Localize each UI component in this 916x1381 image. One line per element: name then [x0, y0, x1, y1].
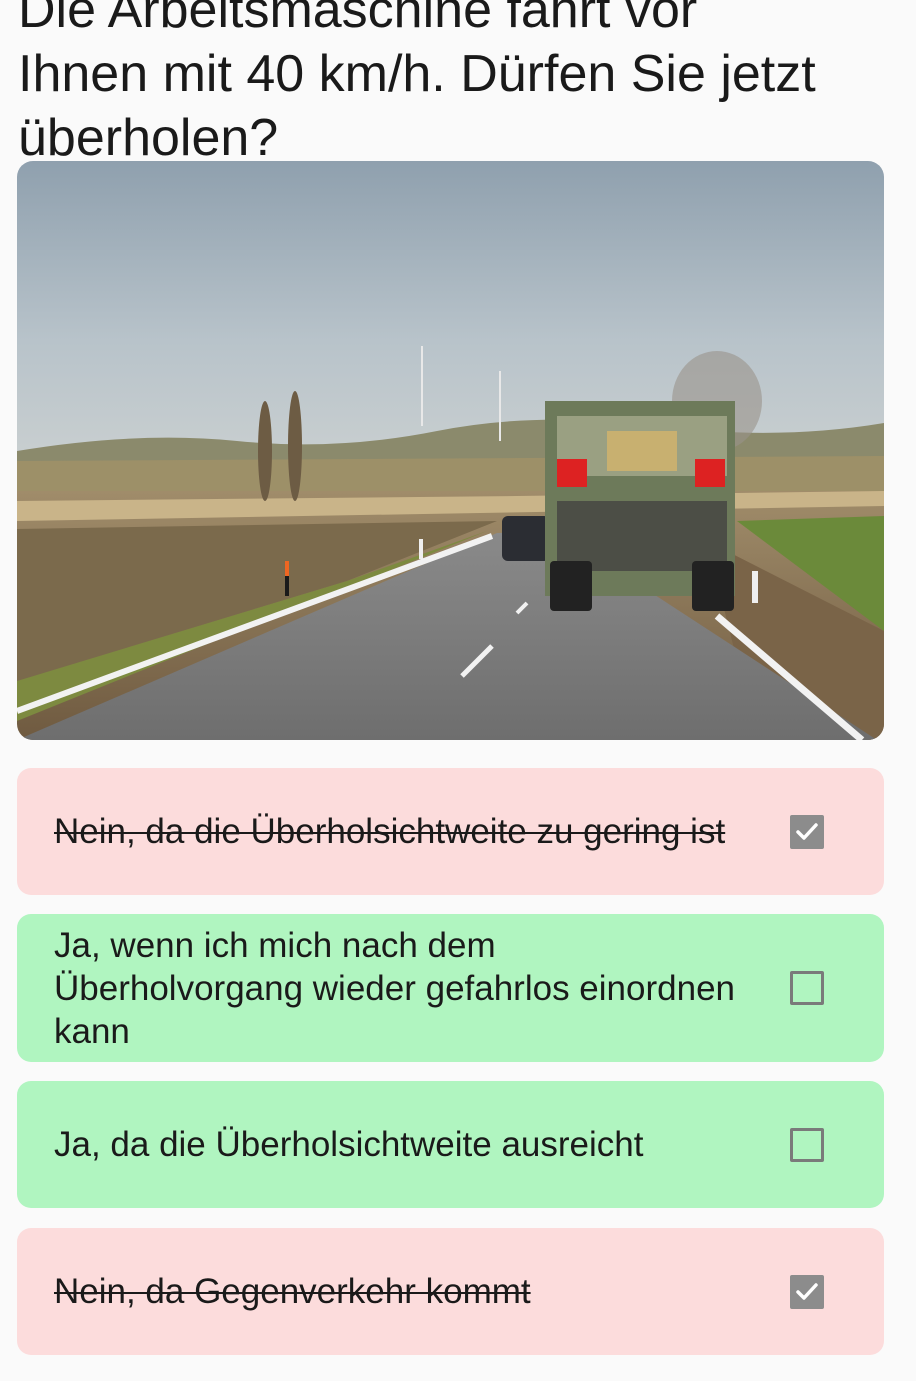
- answer-option-3[interactable]: Ja, da die Überholsichtweite ausreicht: [17, 1081, 884, 1208]
- question-line-top: Die Arbeitsmaschine fährt vor: [18, 0, 698, 39]
- answer-checkbox-4[interactable]: [790, 1274, 824, 1309]
- answer-option-2[interactable]: Ja, wenn ich mich nach dem Überholvorgan…: [17, 914, 884, 1062]
- question-photo: [17, 161, 884, 740]
- checkmark-icon: [796, 822, 818, 840]
- answer-option-4[interactable]: Nein, da Gegenverkehr kommt: [17, 1228, 884, 1355]
- checkmark-icon: [796, 1282, 818, 1300]
- answer-checkbox-1[interactable]: [790, 814, 824, 849]
- answer-text-3: Ja, da die Überholsichtweite ausreicht: [54, 1125, 644, 1164]
- question-text: Die Arbeitsmaschine fährt vor Ihnen mit …: [18, 0, 898, 170]
- answer-text-4: Nein, da Gegenverkehr kommt: [54, 1272, 531, 1311]
- answer-text-1: Nein, da die Überholsichtweite zu gering…: [54, 812, 726, 851]
- answer-text-2: Ja, wenn ich mich nach dem Überholvorgan…: [54, 925, 735, 1051]
- answer-option-1[interactable]: Nein, da die Überholsichtweite zu gering…: [17, 768, 884, 895]
- answer-checkbox-2[interactable]: [790, 971, 824, 1005]
- question-line-1: Ihnen mit 40 km/h. Dürfen Sie jetzt: [18, 45, 816, 103]
- answer-checkbox-3[interactable]: [790, 1127, 824, 1162]
- road-scene-image: [17, 161, 884, 740]
